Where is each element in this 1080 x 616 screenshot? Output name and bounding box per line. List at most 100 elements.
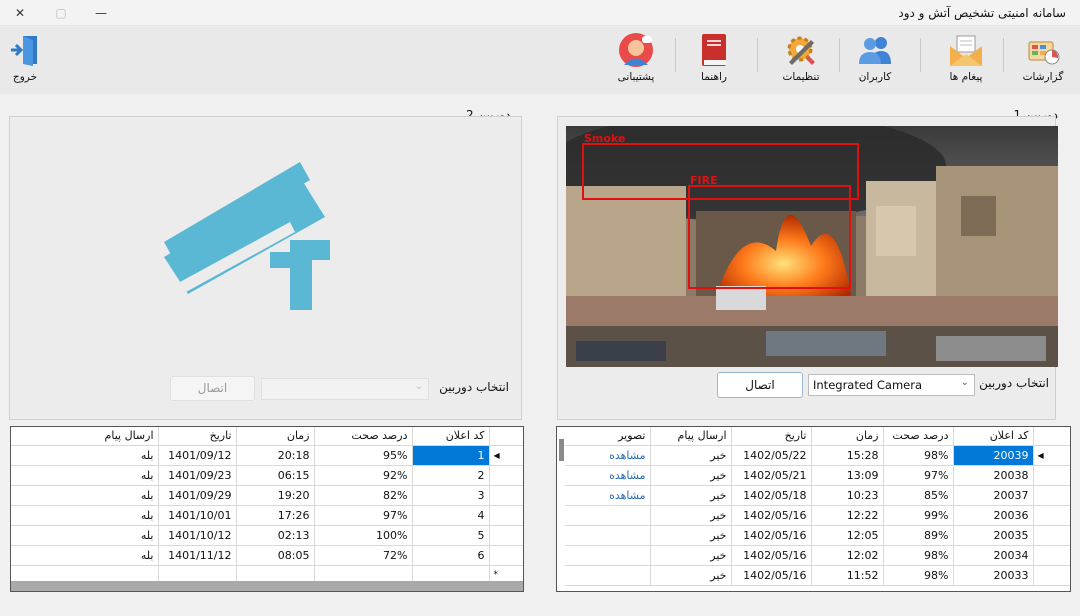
table-cell[interactable]: بله: [11, 485, 159, 506]
table-cell[interactable]: 97%: [314, 505, 413, 526]
grid1-header-date[interactable]: تاریخ: [731, 427, 812, 446]
table-cell[interactable]: 1401/09/23: [158, 465, 237, 486]
grid2-header-message[interactable]: ارسال پیام: [11, 427, 159, 446]
table-cell[interactable]: 2: [412, 465, 490, 486]
table-cell[interactable]: 98%: [883, 565, 954, 586]
exit-button[interactable]: خروج: [0, 32, 58, 83]
table-cell[interactable]: 1401/09/12: [158, 445, 237, 466]
table-cell[interactable]: 3: [412, 485, 490, 506]
table-cell[interactable]: 12:02: [811, 545, 884, 566]
table-row[interactable]: بله 1401/09/29 19:20 82% 3: [11, 485, 523, 506]
reports-button[interactable]: گزارشات: [1010, 32, 1076, 83]
table-cell[interactable]: بله: [11, 545, 159, 566]
grid1-header-id[interactable]: کد اعلان: [953, 427, 1034, 446]
messages-button[interactable]: پیغام ها: [933, 32, 999, 83]
table-cell[interactable]: 1402/05/16: [731, 565, 812, 586]
table-cell[interactable]: 20034: [953, 545, 1034, 566]
table-cell[interactable]: 1402/05/16: [731, 545, 812, 566]
camera2-connect-button[interactable]: اتصال: [170, 376, 255, 401]
grid2-header-accuracy[interactable]: درصد صحت: [314, 427, 413, 446]
table-row[interactable]: خیر 1402/05/16 11:52 98% 20033: [565, 565, 1070, 586]
grid2-header-id[interactable]: کد اعلان: [412, 427, 490, 446]
table-cell[interactable]: خیر: [650, 545, 732, 566]
table-row[interactable]: مشاهده خیر 1402/05/18 10:23 85% 20037: [565, 485, 1070, 506]
table-cell[interactable]: 13:09: [811, 465, 884, 486]
table-cell[interactable]: 6: [412, 545, 490, 566]
table-row[interactable]: بله 1401/10/12 02:13 100% 5: [11, 525, 523, 546]
table-cell[interactable]: 12:05: [811, 525, 884, 546]
table-cell[interactable]: 99%: [883, 505, 954, 526]
close-button[interactable]: ✕: [9, 4, 31, 22]
table-cell[interactable]: 02:13: [236, 525, 315, 546]
grid1-header-image[interactable]: تصویر: [565, 427, 651, 446]
table-row[interactable]: بله 1401/10/01 17:26 97% 4: [11, 505, 523, 526]
table-cell[interactable]: 100%: [314, 525, 413, 546]
table-cell[interactable]: 95%: [314, 445, 413, 466]
table-cell[interactable]: 1402/05/16: [731, 525, 812, 546]
table-cell[interactable]: 97%: [883, 465, 954, 486]
table-cell[interactable]: 4: [412, 505, 490, 526]
table-cell[interactable]: 20033: [953, 565, 1034, 586]
users-button[interactable]: کاربران: [842, 32, 908, 83]
view-image-link[interactable]: [565, 565, 651, 586]
table-cell[interactable]: 1402/05/21: [731, 465, 812, 486]
table-row[interactable]: مشاهده خیر 1402/05/21 13:09 97% 20038: [565, 465, 1070, 486]
view-image-link[interactable]: مشاهده: [565, 445, 651, 466]
table-row[interactable]: خیر 1402/05/16 12:02 98% 20034: [565, 545, 1070, 566]
table-cell[interactable]: خیر: [650, 505, 732, 526]
table-cell[interactable]: بله: [11, 525, 159, 546]
view-image-link[interactable]: [565, 525, 651, 546]
table-row[interactable]: خیر 1402/05/16 12:22 99% 20036: [565, 505, 1070, 526]
table-cell[interactable]: 06:15: [236, 465, 315, 486]
minimize-button[interactable]: —: [90, 4, 112, 22]
table-cell[interactable]: 20038: [953, 465, 1034, 486]
table-row[interactable]: بله 1401/11/12 08:05 72% 6: [11, 545, 523, 566]
view-image-link[interactable]: [565, 505, 651, 526]
grid1-header-accuracy[interactable]: درصد صحت: [883, 427, 954, 446]
table-cell[interactable]: بله: [11, 505, 159, 526]
table-row[interactable]: بله 1401/09/12 20:18 95% 1 ◀: [11, 445, 523, 466]
table-cell[interactable]: 1401/09/29: [158, 485, 237, 506]
table-cell[interactable]: 1: [412, 445, 490, 466]
table-cell[interactable]: 20035: [953, 525, 1034, 546]
table-cell[interactable]: 11:52: [811, 565, 884, 586]
grid2-header-time[interactable]: زمان: [236, 427, 315, 446]
grid1-header-message[interactable]: ارسال پیام: [650, 427, 732, 446]
settings-button[interactable]: تنظیمات: [768, 32, 834, 83]
grid-scrollbar[interactable]: [557, 427, 565, 591]
table-cell[interactable]: 15:28: [811, 445, 884, 466]
table-cell[interactable]: خیر: [650, 525, 732, 546]
table-cell[interactable]: 10:23: [811, 485, 884, 506]
table-cell[interactable]: خیر: [650, 465, 732, 486]
table-cell[interactable]: 85%: [883, 485, 954, 506]
grid2-header-date[interactable]: تاریخ: [158, 427, 237, 446]
table-cell[interactable]: 17:26: [236, 505, 315, 526]
table-row[interactable]: بله 1401/09/23 06:15 92% 2: [11, 465, 523, 486]
camera1-connect-button[interactable]: اتصال: [717, 372, 803, 398]
view-image-link[interactable]: [565, 545, 651, 566]
table-cell[interactable]: 1401/10/01: [158, 505, 237, 526]
table-cell[interactable]: 72%: [314, 545, 413, 566]
table-cell[interactable]: خیر: [650, 485, 732, 506]
table-cell[interactable]: خیر: [650, 565, 732, 586]
table-cell[interactable]: 98%: [883, 445, 954, 466]
table-cell[interactable]: 92%: [314, 465, 413, 486]
grid1-header-time[interactable]: زمان: [811, 427, 884, 446]
table-cell[interactable]: 1402/05/22: [731, 445, 812, 466]
table-cell[interactable]: 19:20: [236, 485, 315, 506]
support-button[interactable]: پشتیبانی: [603, 32, 669, 83]
table-cell[interactable]: 1402/05/18: [731, 485, 812, 506]
view-image-link[interactable]: مشاهده: [565, 485, 651, 506]
table-cell[interactable]: 20:18: [236, 445, 315, 466]
table-cell[interactable]: بله: [11, 445, 159, 466]
camera2-select[interactable]: ⌄: [261, 378, 429, 400]
help-button[interactable]: راهنما: [681, 32, 747, 83]
table-cell[interactable]: 20037: [953, 485, 1034, 506]
table-cell[interactable]: 20036: [953, 505, 1034, 526]
table-cell[interactable]: 98%: [883, 545, 954, 566]
table-cell[interactable]: 5: [412, 525, 490, 546]
table-row[interactable]: مشاهده خیر 1402/05/22 15:28 98% 20039 ◀: [565, 445, 1070, 466]
table-row[interactable]: خیر 1402/05/16 12:05 89% 20035: [565, 525, 1070, 546]
table-cell[interactable]: خیر: [650, 445, 732, 466]
table-cell[interactable]: 12:22: [811, 505, 884, 526]
